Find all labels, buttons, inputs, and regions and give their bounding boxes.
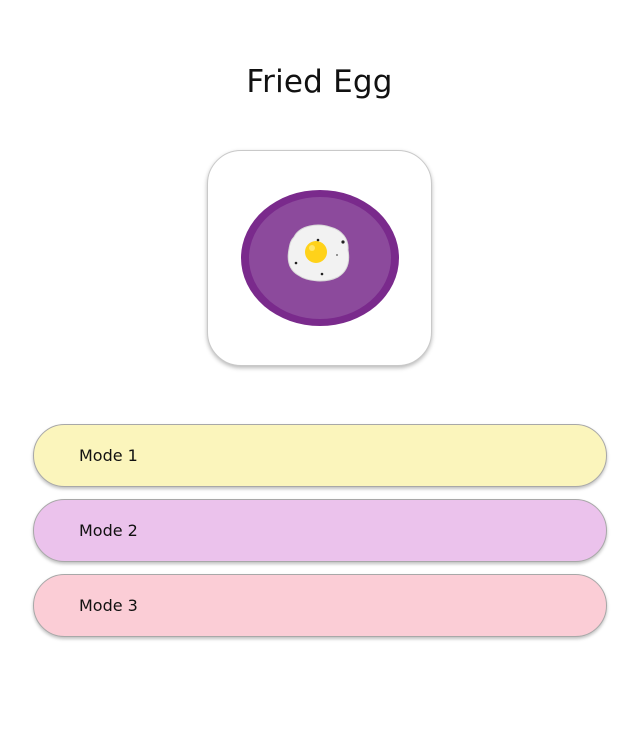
app-icon-card — [207, 150, 432, 366]
app-screen: Fried Egg Mode 1 Mode 2 Mode 3 — [0, 0, 639, 756]
mode-3-label: Mode 3 — [79, 596, 138, 615]
mode-3-button[interactable]: Mode 3 — [33, 574, 607, 637]
mode-1-label: Mode 1 — [79, 446, 138, 465]
mode-2-label: Mode 2 — [79, 521, 138, 540]
page-title: Fried Egg — [246, 64, 393, 100]
fried-egg-plate-icon — [241, 190, 399, 326]
mode-2-button[interactable]: Mode 2 — [33, 499, 607, 562]
mode-1-button[interactable]: Mode 1 — [33, 424, 607, 487]
